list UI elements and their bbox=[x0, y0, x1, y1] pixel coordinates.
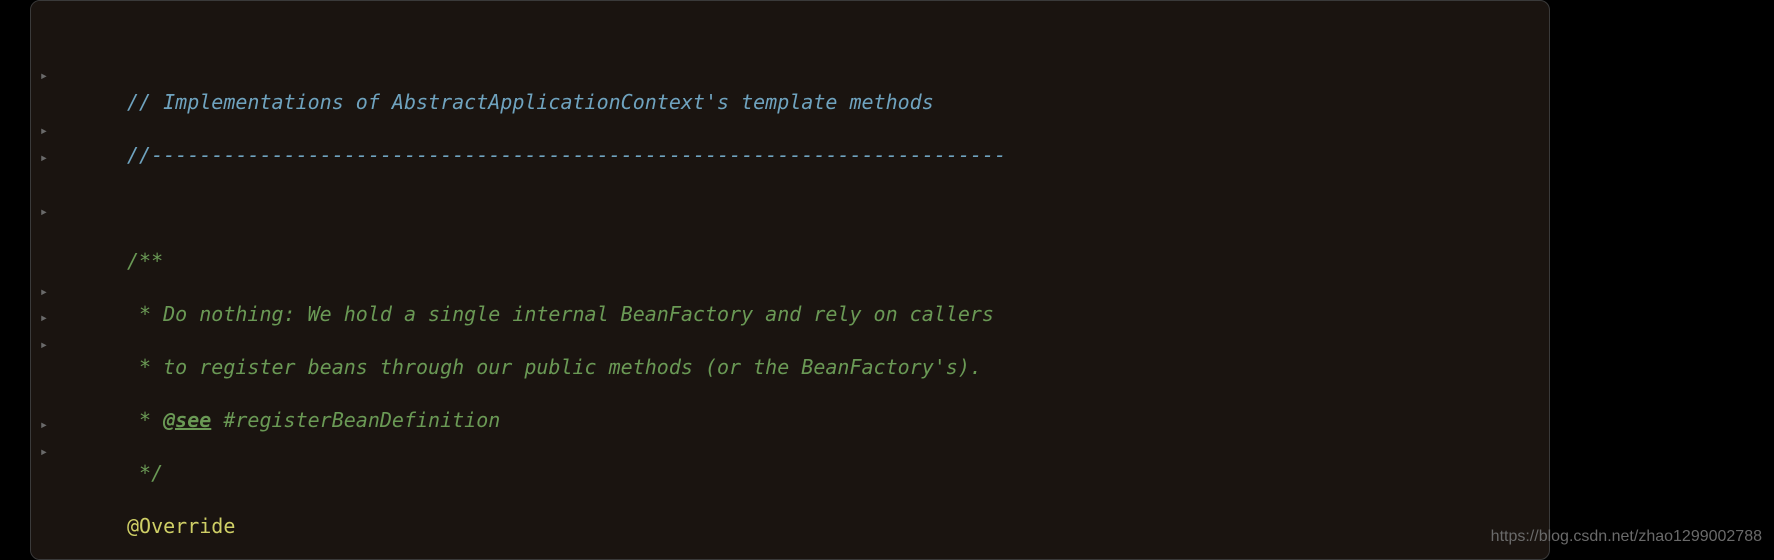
fold-marker-icon[interactable]: ▸ bbox=[37, 199, 51, 213]
fold-marker-icon[interactable]: ▸ bbox=[37, 63, 51, 77]
javadoc-see-tag: @see bbox=[163, 408, 211, 432]
comment-line: // Implementations of AbstractApplicatio… bbox=[127, 90, 934, 114]
fold-marker-icon[interactable]: ▸ bbox=[37, 412, 51, 426]
javadoc-line: #registerBeanDefinition bbox=[211, 408, 500, 432]
javadoc-line: /** bbox=[127, 249, 163, 273]
javadoc-line: */ bbox=[127, 461, 163, 485]
code-editor[interactable]: ▸ ▸ ▸ ▸ ▸ ▸ ▸ ▸ ▸ //--------------------… bbox=[30, 0, 1550, 560]
fold-marker-icon[interactable]: ▸ bbox=[37, 279, 51, 293]
fold-marker-icon[interactable]: ▸ bbox=[37, 305, 51, 319]
code-block[interactable]: //--------------------------------------… bbox=[79, 9, 1539, 560]
annotation: @Override bbox=[127, 514, 235, 538]
fold-marker-icon[interactable]: ▸ bbox=[37, 439, 51, 453]
comment-line: //--------------------------------------… bbox=[127, 143, 1006, 167]
javadoc-line: * to register beans through our public m… bbox=[127, 355, 982, 379]
fold-marker-icon[interactable]: ▸ bbox=[37, 145, 51, 159]
editor-gutter: ▸ ▸ ▸ ▸ ▸ ▸ ▸ ▸ ▸ bbox=[31, 1, 79, 559]
fold-marker-icon[interactable]: ▸ bbox=[37, 118, 51, 132]
watermark-text: https://blog.csdn.net/zhao1299002788 bbox=[1491, 524, 1762, 551]
fold-marker-icon[interactable]: ▸ bbox=[37, 332, 51, 346]
javadoc-line: * Do nothing: We hold a single internal … bbox=[127, 302, 994, 326]
javadoc-line: * bbox=[127, 408, 163, 432]
